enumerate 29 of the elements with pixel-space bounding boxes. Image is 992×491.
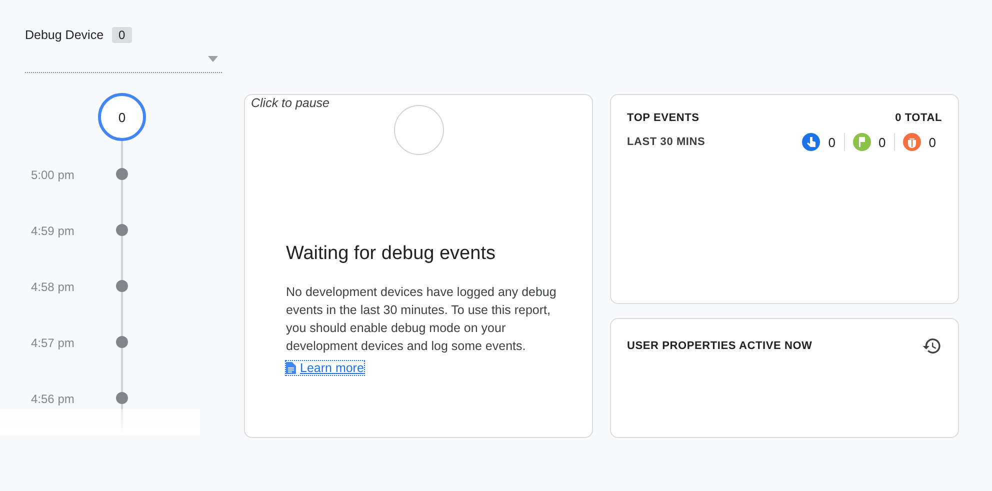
- device-count: 0: [112, 27, 132, 43]
- event-count: 0: [928, 134, 936, 150]
- stream-card[interactable]: [244, 94, 593, 438]
- pause-hint: Click to pause: [251, 96, 330, 110]
- waiting-message: No development devices have logged any debug events in the last 30 minutes. To use this report, you should enable debug mode on your development devices and log some events.: [286, 284, 558, 355]
- event-count: 0: [878, 134, 886, 150]
- time-label: 4:59 pm: [30, 224, 76, 238]
- device-label: Debug Device: [25, 28, 104, 42]
- current-count-circle: 0: [98, 93, 146, 141]
- card-title: TOP EVENTS: [627, 112, 700, 124]
- timeline-dot[interactable]: [116, 168, 128, 180]
- event-count: 0: [828, 134, 836, 150]
- timeline-dot[interactable]: [116, 224, 128, 236]
- time-label: 4:57 pm: [30, 336, 76, 350]
- document-icon: [286, 362, 296, 374]
- card-title: USER PROPERTIES ACTIVE NOW: [627, 340, 812, 352]
- period-label: LAST 30 MINS: [627, 136, 706, 148]
- time-label: 5:00 pm: [30, 168, 76, 182]
- timeline-dot[interactable]: [116, 280, 128, 292]
- history-icon[interactable]: [922, 336, 942, 356]
- learn-more-link[interactable]: Learn more: [286, 361, 364, 375]
- dropdown-caret-icon: [208, 56, 218, 62]
- time-label: 4:58 pm: [30, 280, 76, 294]
- waiting-heading: Waiting for debug events: [286, 243, 496, 265]
- timeline-dot[interactable]: [116, 392, 128, 404]
- time-label: 4:56 pm: [30, 392, 76, 406]
- empty-circle: [394, 105, 444, 155]
- timeline-dot[interactable]: [116, 336, 128, 348]
- total-count: 0 TOTAL: [895, 112, 942, 124]
